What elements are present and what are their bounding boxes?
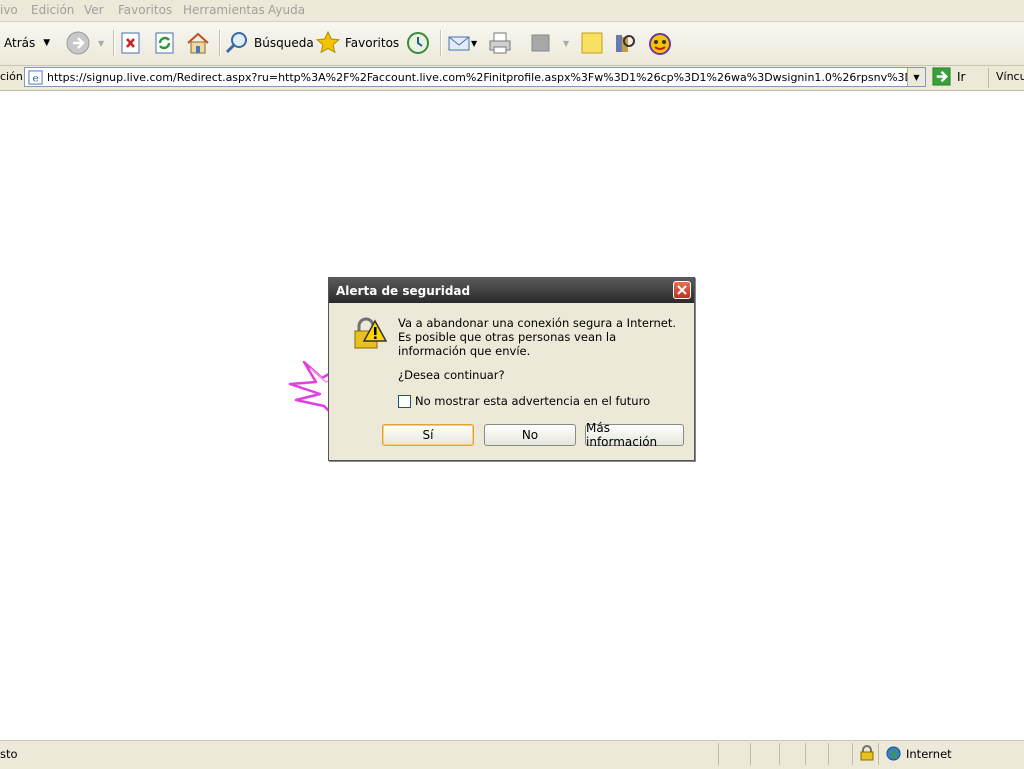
status-divider [828, 743, 829, 765]
yes-button[interactable]: Sí [382, 424, 474, 446]
yahoo-messenger-icon [649, 33, 671, 55]
edit-button[interactable]: ▼ [529, 28, 569, 58]
toolbar-separator [219, 30, 221, 56]
dont-show-checkbox-row[interactable]: No mostrar esta advertencia en el futuro [398, 394, 650, 408]
go-button[interactable]: Ir [932, 67, 965, 86]
close-button[interactable] [673, 281, 691, 299]
search-icon [225, 32, 247, 54]
search-button[interactable]: Búsqueda [225, 28, 314, 58]
svg-text:e: e [32, 72, 38, 84]
toolbar-separator [440, 30, 442, 56]
ie-page-icon: e [28, 70, 43, 85]
status-divider [718, 743, 719, 765]
refresh-button[interactable] [153, 28, 177, 58]
discuss-button[interactable] [580, 28, 604, 58]
menu-file[interactable]: ivo [0, 3, 18, 17]
favorites-label: Favoritos [345, 36, 400, 50]
star-icon [316, 31, 340, 54]
forward-dropdown-icon[interactable]: ▼ [98, 39, 104, 48]
security-alert-dialog: Alerta de seguridad Va a abandonar una c… [328, 277, 695, 461]
status-text: sto [0, 747, 18, 761]
search-label: Búsqueda [254, 36, 314, 50]
close-icon [677, 285, 687, 295]
security-zone-label: Internet [906, 747, 952, 761]
back-label: Atrás [4, 36, 36, 50]
status-divider [852, 743, 853, 765]
back-dropdown-icon[interactable]: ▼ [43, 38, 50, 48]
stop-button[interactable] [119, 28, 143, 58]
address-field[interactable]: e https://signup.live.com/Redirect.aspx?… [24, 67, 926, 87]
printer-icon [489, 32, 511, 54]
research-icon [616, 35, 635, 52]
home-icon [187, 32, 209, 54]
mail-button[interactable]: ▼ [447, 28, 477, 58]
menu-tools[interactable]: Herramientas [183, 3, 265, 17]
dont-show-checkbox[interactable] [398, 394, 411, 408]
menu-help[interactable]: Ayuda [268, 3, 305, 17]
toolbar-separator [113, 30, 115, 56]
go-arrow-icon [932, 67, 951, 86]
forward-button[interactable]: ▼ [66, 28, 104, 58]
history-icon [407, 32, 429, 54]
edit-dropdown-icon[interactable]: ▼ [563, 39, 569, 48]
home-button[interactable] [186, 28, 210, 58]
links-separator [988, 68, 989, 88]
status-divider [805, 743, 806, 765]
status-divider [779, 743, 780, 765]
address-label: ción [0, 70, 23, 83]
mail-icon [448, 36, 470, 51]
back-button[interactable]: Atrás ▼ [4, 28, 50, 58]
status-bar: sto Internet [0, 740, 1024, 769]
no-button[interactable]: No [484, 424, 576, 446]
padlock-icon [860, 745, 874, 761]
menu-favorites[interactable]: Favoritos [118, 3, 172, 17]
favorites-button[interactable]: Favoritos [316, 28, 399, 58]
go-label: Ir [957, 69, 966, 84]
address-dropdown-icon[interactable]: ▼ [907, 68, 925, 86]
note-icon [581, 32, 603, 54]
forward-arrow-icon [66, 31, 90, 55]
status-divider [878, 743, 879, 765]
research-button[interactable] [613, 28, 637, 58]
globe-icon [886, 746, 901, 761]
more-info-button[interactable]: Más información [585, 421, 684, 449]
refresh-icon [155, 32, 174, 54]
stop-icon [121, 32, 140, 54]
history-button[interactable] [406, 28, 430, 58]
edit-icon [531, 34, 550, 52]
mail-dropdown-icon[interactable]: ▼ [471, 39, 477, 48]
url-text: https://signup.live.com/Redirect.aspx?ru… [47, 71, 907, 84]
messenger-button[interactable] [648, 28, 672, 58]
dialog-title-bar: Alerta de seguridad [329, 278, 694, 303]
dialog-title: Alerta de seguridad [336, 284, 471, 298]
dialog-message: Va a abandonar una conexión segura a Int… [398, 316, 677, 358]
address-bar: ción e https://signup.live.com/Redirect.… [0, 66, 1024, 91]
dialog-question: ¿Desea continuar? [398, 368, 505, 382]
dont-show-label: No mostrar esta advertencia en el futuro [415, 394, 651, 408]
toolbar: Atrás ▼ ▼ Búsqueda Favoritos ▼ ▼ [0, 22, 1024, 66]
status-divider [750, 743, 751, 765]
menu-bar: ivo Edición Ver Favoritos Herramientas A… [0, 0, 1024, 22]
menu-view[interactable]: Ver [84, 3, 104, 17]
links-label[interactable]: Víncul [996, 70, 1024, 83]
menu-edit[interactable]: Edición [31, 3, 74, 17]
print-button[interactable] [488, 28, 512, 58]
lock-warning-icon [354, 317, 387, 349]
